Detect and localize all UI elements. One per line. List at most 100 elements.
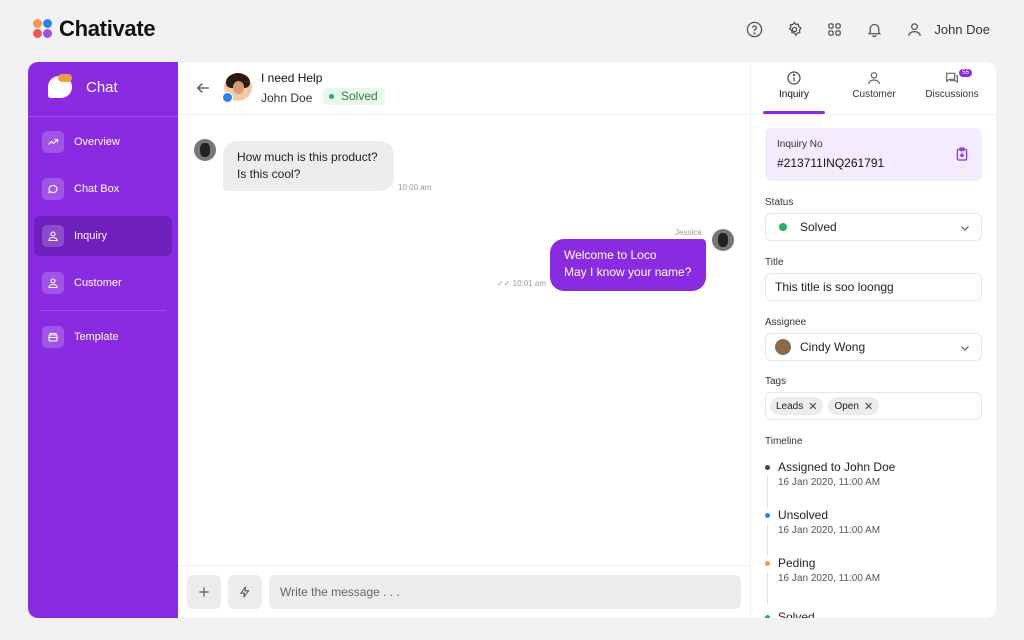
- tab-label: Discussions: [925, 89, 979, 100]
- user-menu[interactable]: John Doe: [902, 17, 990, 41]
- top-actions: John Doe: [726, 17, 990, 41]
- assignee-avatar: [775, 339, 791, 355]
- message-sender: Jessica: [675, 228, 702, 237]
- timeline-item: Peding 16 Jan 2020, 11:00 AM: [765, 556, 982, 604]
- message-bubble-outgoing: Welcome to Loco May I know your name?: [550, 239, 706, 291]
- app-logo[interactable]: Chativate: [33, 16, 156, 42]
- user-icon: [42, 272, 64, 294]
- message-time: 10:00 am: [398, 183, 432, 192]
- message-composer: [178, 565, 750, 618]
- tags-label: Tags: [765, 376, 787, 387]
- status-value: Solved: [800, 220, 837, 234]
- timeline-title: Unsolved: [778, 508, 829, 522]
- customer-name: John Doe: [261, 91, 313, 105]
- message-line: How much is this product?: [237, 150, 378, 164]
- tab-label: Inquiry: [778, 89, 809, 100]
- sidebar: Chat Overview Chat Box Inquiry Customer: [28, 62, 178, 618]
- top-bar: Chativate John Doe: [0, 0, 1024, 58]
- inquiry-no-value: #213711INQ261791: [777, 156, 885, 170]
- timeline-title: Solved: [778, 610, 815, 618]
- timeline-date: 16 Jan 2020, 11:00 AM: [778, 525, 881, 536]
- remove-tag-icon[interactable]: ✕: [864, 400, 873, 413]
- timeline-dot: [765, 615, 770, 618]
- message-line: Is this cool?: [237, 167, 301, 181]
- timeline-title: Peding: [778, 556, 816, 570]
- conversation-title: I need Help: [261, 71, 323, 85]
- app-name: Chativate: [59, 16, 156, 41]
- sidebar-item-chat-box[interactable]: Chat Box: [34, 169, 172, 209]
- discussion-count-badge: 56: [959, 69, 972, 77]
- sidebar-header: Chat: [28, 62, 178, 117]
- timeline-date: 16 Jan 2020, 11:00 AM: [778, 477, 881, 488]
- status-select[interactable]: Solved: [765, 213, 982, 241]
- timeline-connector: [767, 523, 768, 556]
- assignee-label: Assignee: [765, 317, 807, 328]
- verified-icon: [222, 92, 233, 103]
- back-arrow-icon[interactable]: [194, 79, 212, 97]
- assignee-value: Cindy Wong: [800, 340, 866, 354]
- tab-inquiry[interactable]: Inquiry: [765, 62, 823, 115]
- message-input[interactable]: [269, 575, 741, 609]
- message-time-read: ✓✓ 10:01 am: [497, 279, 546, 288]
- assignee-select[interactable]: Cindy Wong: [765, 333, 982, 361]
- inquiry-no-label: Inquiry No: [777, 139, 823, 150]
- logo-icon: [33, 19, 53, 39]
- clipboard-icon[interactable]: [954, 146, 970, 162]
- sidebar-item-template[interactable]: Template: [34, 317, 172, 357]
- sidebar-item-customer[interactable]: Customer: [34, 263, 172, 303]
- sidebar-item-inquiry[interactable]: Inquiry: [34, 216, 172, 256]
- gear-icon[interactable]: [782, 17, 806, 41]
- chevron-down-icon: [961, 346, 969, 351]
- timeline-date: 16 Jan 2020, 11:00 AM: [778, 573, 881, 584]
- app-card: Chat Overview Chat Box Inquiry Customer: [28, 62, 996, 618]
- timeline-dot: [765, 513, 770, 518]
- quick-reply-button[interactable]: [228, 575, 262, 609]
- chat-header: I need Help John Doe Solved: [178, 62, 750, 115]
- double-check-icon: ✓✓: [497, 279, 513, 288]
- tab-discussions[interactable]: 56 Discussions: [921, 62, 983, 115]
- user-icon: [902, 17, 926, 41]
- timeline-title: Assigned to John Doe: [778, 460, 896, 474]
- sender-avatar: [194, 139, 216, 161]
- user-name: John Doe: [934, 21, 990, 37]
- sidebar-item-label: Customer: [74, 277, 122, 289]
- chat-area: I need Help John Doe Solved How much is …: [178, 62, 750, 618]
- discussion-icon: [946, 72, 958, 84]
- chat-bubble-icon: [42, 178, 64, 200]
- template-icon: [42, 326, 64, 348]
- title-label: Title: [765, 257, 784, 268]
- chat-logo-badge: [58, 74, 72, 82]
- help-icon[interactable]: [742, 17, 766, 41]
- status-badge: Solved: [323, 88, 385, 105]
- title-field[interactable]: This title is soo loongg: [765, 273, 982, 301]
- sidebar-item-label: Chat Box: [74, 183, 120, 195]
- timeline-label: Timeline: [765, 436, 803, 447]
- sidebar-title: Chat: [86, 79, 118, 96]
- tab-customer[interactable]: Customer: [845, 62, 903, 115]
- panel-tabs: Inquiry Customer 56 Discussions: [751, 62, 996, 115]
- message-bubble-incoming: How much is this product? Is this cool?: [223, 141, 394, 191]
- tab-label: Customer: [852, 89, 896, 100]
- sidebar-divider: [40, 310, 166, 311]
- sidebar-item-overview[interactable]: Overview: [34, 122, 172, 162]
- info-icon: [787, 71, 801, 85]
- remove-tag-icon[interactable]: ✕: [808, 400, 817, 413]
- add-attachment-button[interactable]: [187, 575, 221, 609]
- timeline-connector: [767, 571, 768, 604]
- timeline-item: Solved: [765, 610, 982, 618]
- timeline-item: Unsolved 16 Jan 2020, 11:00 AM: [765, 508, 982, 556]
- user-icon: [868, 72, 880, 85]
- sidebar-item-label: Template: [74, 331, 119, 343]
- tags-field[interactable]: Leads ✕ Open ✕: [765, 392, 982, 420]
- inquiry-number-card: Inquiry No #213711INQ261791: [765, 128, 982, 181]
- bell-icon[interactable]: [862, 17, 886, 41]
- chevron-down-icon: [961, 226, 969, 231]
- timeline-connector: [767, 475, 768, 508]
- tag-chip: Open ✕: [828, 397, 880, 415]
- user-icon: [42, 225, 64, 247]
- active-tab-indicator: [763, 111, 825, 114]
- grid-icon[interactable]: [822, 17, 846, 41]
- trend-icon: [42, 131, 64, 153]
- details-panel: Inquiry Customer 56 Discussions Inquiry …: [750, 62, 996, 618]
- sidebar-item-label: Overview: [74, 136, 120, 148]
